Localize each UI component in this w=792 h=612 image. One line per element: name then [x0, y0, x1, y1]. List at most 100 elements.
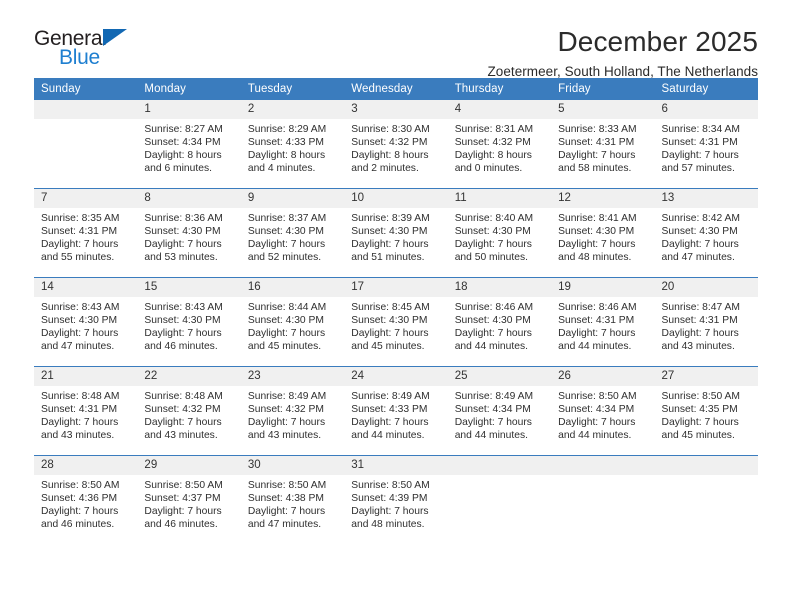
- day-cell[interactable]: 10 Sunrise: 8:39 AM Sunset: 4:30 PM Dayligh…: [344, 188, 448, 278]
- sunset-text: Sunset: 4:31 PM: [558, 315, 635, 327]
- day-cell[interactable]: 30 Sunrise: 8:50 AM Sunset: 4:38 PM Dayligh…: [240, 455, 345, 544]
- sunset-text: Sunset: 4:30 PM: [247, 226, 324, 238]
- day-number: 25: [447, 367, 552, 386]
- daylight-text: Daylight: 7 hours and 45 minutes.: [661, 417, 739, 442]
- sunrise-text: Sunrise: 8:37 AM: [247, 213, 327, 224]
- day-cell[interactable]: 3 Sunrise: 8:30 AM Sunset: 4:32 PM Daylight…: [344, 100, 448, 189]
- sunset-text: Sunset: 4:37 PM: [144, 493, 221, 505]
- daylight-text: Daylight: 7 hours and 51 minutes.: [351, 239, 429, 264]
- daylight-text: Daylight: 7 hours and 43 minutes.: [41, 417, 119, 442]
- day-number: 15: [137, 278, 241, 297]
- sunset-text: Sunset: 4:30 PM: [144, 226, 221, 238]
- sunrise-text: Sunrise: 8:40 AM: [454, 213, 534, 224]
- day-cell[interactable]: 6 Sunrise: 8:34 AM Sunset: 4:31 PM Daylight…: [654, 100, 758, 189]
- day-sun-info: Sunrise: 8:35 AM Sunset: 4:31 PM Daylight:…: [34, 208, 137, 264]
- day-number: 7: [34, 189, 138, 208]
- day-cell-content: 31 Sunrise: 8:50 AM Sunset: 4:39 PM Dayligh…: [344, 456, 448, 544]
- daylight-text: Daylight: 8 hours and 0 minutes.: [454, 150, 532, 175]
- sunset-text: Sunset: 4:30 PM: [454, 226, 531, 238]
- daylight-text: Daylight: 7 hours and 44 minutes.: [558, 328, 636, 353]
- day-cell[interactable]: 9 Sunrise: 8:37 AM Sunset: 4:30 PM Daylight…: [240, 188, 345, 278]
- day-sun-info: Sunrise: 8:44 AM Sunset: 4:30 PM Daylight:…: [241, 297, 344, 353]
- sunrise-text: Sunrise: 8:44 AM: [247, 302, 327, 313]
- day-cell[interactable]: 27 Sunrise: 8:50 AM Sunset: 4:35 PM Dayligh…: [654, 366, 758, 456]
- day-cell[interactable]: 31 Sunrise: 8:50 AM Sunset: 4:39 PM Dayligh…: [344, 455, 448, 544]
- day-cell[interactable]: 24 Sunrise: 8:49 AM Sunset: 4:33 PM Dayligh…: [344, 366, 448, 456]
- day-number: 1: [137, 100, 241, 119]
- day-cell[interactable]: 18 Sunrise: 8:46 AM Sunset: 4:30 PM Dayligh…: [447, 277, 552, 367]
- day-cell-empty: [34, 100, 138, 189]
- logo-text-blue: Blue: [59, 46, 100, 69]
- day-cell[interactable]: 12 Sunrise: 8:41 AM Sunset: 4:30 PM Dayligh…: [551, 188, 655, 278]
- daylight-text: Daylight: 7 hours and 46 minutes.: [41, 506, 119, 531]
- day-sun-info: Sunrise: 8:50 AM Sunset: 4:34 PM Daylight:…: [551, 386, 654, 442]
- sunset-text: Sunset: 4:31 PM: [558, 137, 635, 149]
- generalblue-logo[interactable]: General Blue: [34, 26, 144, 72]
- daylight-text: Daylight: 7 hours and 44 minutes.: [454, 417, 532, 442]
- daylight-text: Daylight: 7 hours and 44 minutes.: [454, 328, 532, 353]
- day-sun-info: Sunrise: 8:34 AM Sunset: 4:31 PM Daylight:…: [655, 119, 758, 175]
- title-block: December 2025 Zoetermeer, South Holland,…: [487, 26, 758, 79]
- sunset-text: Sunset: 4:33 PM: [351, 404, 428, 416]
- sunrise-text: Sunrise: 8:46 AM: [558, 302, 637, 313]
- weekday-header-monday: Monday: [137, 78, 241, 100]
- sunset-text: Sunset: 4:38 PM: [247, 493, 324, 505]
- day-cell[interactable]: 20 Sunrise: 8:47 AM Sunset: 4:31 PM Dayligh…: [654, 277, 758, 367]
- day-number: 21: [34, 367, 138, 386]
- sunset-text: Sunset: 4:30 PM: [454, 315, 531, 327]
- day-cell[interactable]: 7 Sunrise: 8:35 AM Sunset: 4:31 PM Daylight…: [34, 188, 138, 278]
- day-number: 14: [34, 278, 138, 297]
- sunrise-text: Sunrise: 8:27 AM: [144, 124, 223, 135]
- day-number: 2: [240, 100, 345, 119]
- day-cell[interactable]: 16 Sunrise: 8:44 AM Sunset: 4:30 PM Dayligh…: [240, 277, 345, 367]
- day-cell-content: 23 Sunrise: 8:49 AM Sunset: 4:32 PM Dayligh…: [240, 367, 345, 455]
- day-cell-content: 30 Sunrise: 8:50 AM Sunset: 4:38 PM Dayligh…: [240, 456, 345, 544]
- day-cell[interactable]: 11 Sunrise: 8:40 AM Sunset: 4:30 PM Dayligh…: [447, 188, 552, 278]
- sunset-text: Sunset: 4:30 PM: [351, 226, 428, 238]
- daylight-text: Daylight: 7 hours and 57 minutes.: [661, 150, 739, 175]
- day-cell[interactable]: 1 Sunrise: 8:27 AM Sunset: 4:34 PM Daylight…: [137, 100, 241, 189]
- day-cell-content: [34, 100, 138, 188]
- day-cell-content: 18 Sunrise: 8:46 AM Sunset: 4:30 PM Dayligh…: [447, 278, 552, 366]
- day-cell-content: 27 Sunrise: 8:50 AM Sunset: 4:35 PM Dayligh…: [654, 367, 758, 455]
- daylight-text: Daylight: 7 hours and 58 minutes.: [558, 150, 636, 175]
- day-cell[interactable]: 14 Sunrise: 8:43 AM Sunset: 4:30 PM Dayligh…: [34, 277, 138, 367]
- sunset-text: Sunset: 4:32 PM: [454, 137, 531, 149]
- sunrise-text: Sunrise: 8:33 AM: [558, 124, 637, 135]
- day-sun-info: Sunrise: 8:50 AM Sunset: 4:35 PM Daylight:…: [655, 386, 758, 442]
- day-cell[interactable]: 5 Sunrise: 8:33 AM Sunset: 4:31 PM Daylight…: [551, 100, 655, 189]
- day-cell[interactable]: 29 Sunrise: 8:50 AM Sunset: 4:37 PM Dayligh…: [137, 455, 241, 544]
- day-number: 28: [34, 456, 138, 475]
- sunset-text: Sunset: 4:31 PM: [41, 404, 118, 416]
- day-sun-info: Sunrise: 8:50 AM Sunset: 4:38 PM Daylight:…: [241, 475, 344, 531]
- sunset-text: Sunset: 4:33 PM: [247, 137, 324, 149]
- day-cell[interactable]: 21 Sunrise: 8:48 AM Sunset: 4:31 PM Dayligh…: [34, 366, 138, 456]
- sunrise-text: Sunrise: 8:50 AM: [558, 391, 637, 402]
- sunrise-text: Sunrise: 8:45 AM: [351, 302, 430, 313]
- day-cell-content: 20 Sunrise: 8:47 AM Sunset: 4:31 PM Dayligh…: [654, 278, 758, 366]
- day-cell[interactable]: 23 Sunrise: 8:49 AM Sunset: 4:32 PM Dayligh…: [240, 366, 345, 456]
- day-cell[interactable]: 15 Sunrise: 8:43 AM Sunset: 4:30 PM Dayligh…: [137, 277, 241, 367]
- day-cell[interactable]: 17 Sunrise: 8:45 AM Sunset: 4:30 PM Dayligh…: [344, 277, 448, 367]
- day-cell[interactable]: 22 Sunrise: 8:48 AM Sunset: 4:32 PM Dayligh…: [137, 366, 241, 456]
- day-number: 24: [344, 367, 448, 386]
- day-cell[interactable]: 25 Sunrise: 8:49 AM Sunset: 4:34 PM Dayligh…: [447, 366, 552, 456]
- day-cell[interactable]: 26 Sunrise: 8:50 AM Sunset: 4:34 PM Dayligh…: [551, 366, 655, 456]
- daylight-text: Daylight: 7 hours and 47 minutes.: [661, 239, 739, 264]
- sunset-text: Sunset: 4:30 PM: [558, 226, 635, 238]
- day-cell[interactable]: 28 Sunrise: 8:50 AM Sunset: 4:36 PM Dayligh…: [34, 455, 138, 544]
- day-sun-info: Sunrise: 8:43 AM Sunset: 4:30 PM Daylight:…: [34, 297, 137, 353]
- daylight-text: Daylight: 7 hours and 46 minutes.: [144, 328, 222, 353]
- day-sun-info: Sunrise: 8:46 AM Sunset: 4:31 PM Daylight:…: [551, 297, 654, 353]
- daylight-text: Daylight: 7 hours and 48 minutes.: [558, 239, 636, 264]
- week-row: 14 Sunrise: 8:43 AM Sunset: 4:30 PM Dayligh…: [34, 277, 758, 367]
- day-cell-content: 26 Sunrise: 8:50 AM Sunset: 4:34 PM Dayligh…: [551, 367, 655, 455]
- day-cell[interactable]: 19 Sunrise: 8:46 AM Sunset: 4:31 PM Dayligh…: [551, 277, 655, 367]
- day-cell[interactable]: 4 Sunrise: 8:31 AM Sunset: 4:32 PM Daylight…: [447, 100, 552, 189]
- day-cell[interactable]: 2 Sunrise: 8:29 AM Sunset: 4:33 PM Daylight…: [240, 100, 345, 189]
- day-cell[interactable]: 8 Sunrise: 8:36 AM Sunset: 4:30 PM Daylight…: [137, 188, 241, 278]
- day-cell-content: 12 Sunrise: 8:41 AM Sunset: 4:30 PM Dayligh…: [551, 189, 655, 277]
- day-cell[interactable]: 13 Sunrise: 8:42 AM Sunset: 4:30 PM Dayligh…: [654, 188, 758, 278]
- day-number: 16: [240, 278, 345, 297]
- sunrise-text: Sunrise: 8:46 AM: [454, 302, 534, 313]
